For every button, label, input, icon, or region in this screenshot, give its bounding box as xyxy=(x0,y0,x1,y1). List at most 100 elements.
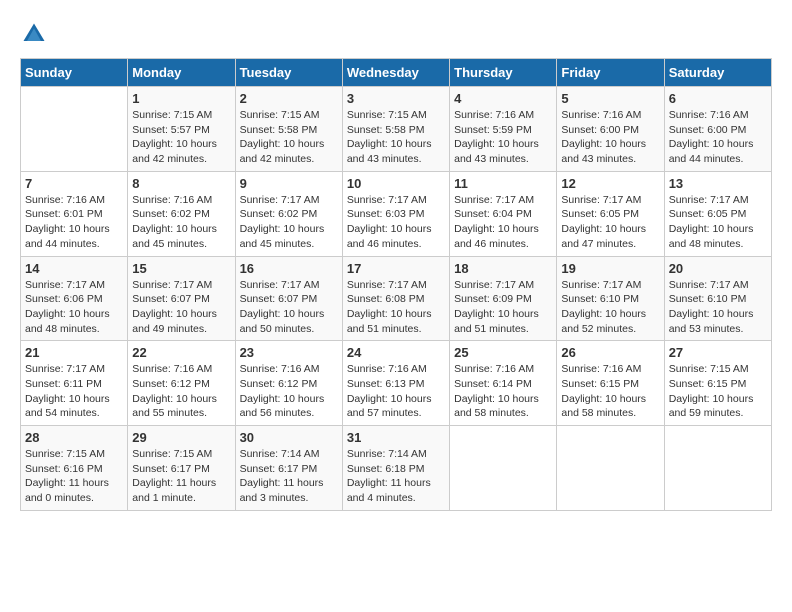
header-friday: Friday xyxy=(557,59,664,87)
day-number: 3 xyxy=(347,91,445,106)
calendar-header-row: SundayMondayTuesdayWednesdayThursdayFrid… xyxy=(21,59,772,87)
day-cell: 9 Sunrise: 7:17 AM Sunset: 6:02 PM Daylig… xyxy=(235,171,342,256)
day-number: 27 xyxy=(669,345,767,360)
day-cell: 23 Sunrise: 7:16 AM Sunset: 6:12 PM Dayli… xyxy=(235,341,342,426)
day-number: 1 xyxy=(132,91,230,106)
day-number: 10 xyxy=(347,176,445,191)
day-cell: 7 Sunrise: 7:16 AM Sunset: 6:01 PM Daylig… xyxy=(21,171,128,256)
day-info: Sunrise: 7:15 AM Sunset: 6:17 PM Dayligh… xyxy=(132,447,230,506)
day-number: 21 xyxy=(25,345,123,360)
day-cell: 13Sunrise: 7:17 AM Sunset: 6:05 PM Dayli… xyxy=(664,171,771,256)
day-cell xyxy=(664,426,771,511)
day-number: 5 xyxy=(561,91,659,106)
day-number: 25 xyxy=(454,345,552,360)
day-info: Sunrise: 7:17 AM Sunset: 6:07 PM Dayligh… xyxy=(240,278,338,337)
day-cell: 22 Sunrise: 7:16 AM Sunset: 6:12 PM Dayli… xyxy=(128,341,235,426)
header-saturday: Saturday xyxy=(664,59,771,87)
day-number: 8 xyxy=(132,176,230,191)
day-number: 7 xyxy=(25,176,123,191)
day-cell: 17 Sunrise: 7:17 AM Sunset: 6:08 PM Dayli… xyxy=(342,256,449,341)
day-cell: 16 Sunrise: 7:17 AM Sunset: 6:07 PM Dayli… xyxy=(235,256,342,341)
header-monday: Monday xyxy=(128,59,235,87)
day-number: 29 xyxy=(132,430,230,445)
day-number: 14 xyxy=(25,261,123,276)
week-row-2: 7 Sunrise: 7:16 AM Sunset: 6:01 PM Daylig… xyxy=(21,171,772,256)
day-cell: 24Sunrise: 7:16 AM Sunset: 6:13 PM Dayli… xyxy=(342,341,449,426)
day-cell: 8 Sunrise: 7:16 AM Sunset: 6:02 PM Daylig… xyxy=(128,171,235,256)
day-number: 23 xyxy=(240,345,338,360)
day-cell: 12 Sunrise: 7:17 AM Sunset: 6:05 PM Dayli… xyxy=(557,171,664,256)
day-cell: 31 Sunrise: 7:14 AM Sunset: 6:18 PM Dayli… xyxy=(342,426,449,511)
day-info: Sunrise: 7:16 AM Sunset: 6:00 PM Dayligh… xyxy=(561,108,659,167)
week-row-4: 21Sunrise: 7:17 AM Sunset: 6:11 PM Dayli… xyxy=(21,341,772,426)
day-info: Sunrise: 7:16 AM Sunset: 6:12 PM Dayligh… xyxy=(240,362,338,421)
day-number: 26 xyxy=(561,345,659,360)
week-row-1: 1 Sunrise: 7:15 AM Sunset: 5:57 PM Daylig… xyxy=(21,87,772,172)
day-cell: 10 Sunrise: 7:17 AM Sunset: 6:03 PM Dayli… xyxy=(342,171,449,256)
day-number: 6 xyxy=(669,91,767,106)
day-cell: 30 Sunrise: 7:14 AM Sunset: 6:17 PM Dayli… xyxy=(235,426,342,511)
header-tuesday: Tuesday xyxy=(235,59,342,87)
day-info: Sunrise: 7:17 AM Sunset: 6:09 PM Dayligh… xyxy=(454,278,552,337)
header-sunday: Sunday xyxy=(21,59,128,87)
calendar-table: SundayMondayTuesdayWednesdayThursdayFrid… xyxy=(20,58,772,511)
day-cell: 28Sunrise: 7:15 AM Sunset: 6:16 PM Dayli… xyxy=(21,426,128,511)
day-cell: 1 Sunrise: 7:15 AM Sunset: 5:57 PM Daylig… xyxy=(128,87,235,172)
day-cell xyxy=(21,87,128,172)
day-info: Sunrise: 7:17 AM Sunset: 6:05 PM Dayligh… xyxy=(669,193,767,252)
day-info: Sunrise: 7:17 AM Sunset: 6:10 PM Dayligh… xyxy=(561,278,659,337)
day-number: 9 xyxy=(240,176,338,191)
header-wednesday: Wednesday xyxy=(342,59,449,87)
day-info: Sunrise: 7:16 AM Sunset: 6:14 PM Dayligh… xyxy=(454,362,552,421)
day-cell: 25 Sunrise: 7:16 AM Sunset: 6:14 PM Dayli… xyxy=(450,341,557,426)
day-info: Sunrise: 7:16 AM Sunset: 6:00 PM Dayligh… xyxy=(669,108,767,167)
day-info: Sunrise: 7:16 AM Sunset: 6:15 PM Dayligh… xyxy=(561,362,659,421)
day-cell: 20Sunrise: 7:17 AM Sunset: 6:10 PM Dayli… xyxy=(664,256,771,341)
day-number: 17 xyxy=(347,261,445,276)
day-cell: 14 Sunrise: 7:17 AM Sunset: 6:06 PM Dayli… xyxy=(21,256,128,341)
day-cell: 4Sunrise: 7:16 AM Sunset: 5:59 PM Daylig… xyxy=(450,87,557,172)
day-info: Sunrise: 7:17 AM Sunset: 6:06 PM Dayligh… xyxy=(25,278,123,337)
logo xyxy=(20,20,52,48)
day-info: Sunrise: 7:17 AM Sunset: 6:02 PM Dayligh… xyxy=(240,193,338,252)
day-number: 12 xyxy=(561,176,659,191)
day-info: Sunrise: 7:14 AM Sunset: 6:17 PM Dayligh… xyxy=(240,447,338,506)
day-info: Sunrise: 7:17 AM Sunset: 6:05 PM Dayligh… xyxy=(561,193,659,252)
day-cell: 15Sunrise: 7:17 AM Sunset: 6:07 PM Dayli… xyxy=(128,256,235,341)
day-info: Sunrise: 7:17 AM Sunset: 6:04 PM Dayligh… xyxy=(454,193,552,252)
day-info: Sunrise: 7:15 AM Sunset: 5:57 PM Dayligh… xyxy=(132,108,230,167)
day-number: 19 xyxy=(561,261,659,276)
week-row-3: 14 Sunrise: 7:17 AM Sunset: 6:06 PM Dayli… xyxy=(21,256,772,341)
day-info: Sunrise: 7:15 AM Sunset: 5:58 PM Dayligh… xyxy=(240,108,338,167)
day-number: 11 xyxy=(454,176,552,191)
day-info: Sunrise: 7:17 AM Sunset: 6:03 PM Dayligh… xyxy=(347,193,445,252)
day-cell: 6 Sunrise: 7:16 AM Sunset: 6:00 PM Daylig… xyxy=(664,87,771,172)
day-info: Sunrise: 7:14 AM Sunset: 6:18 PM Dayligh… xyxy=(347,447,445,506)
day-number: 31 xyxy=(347,430,445,445)
day-info: Sunrise: 7:17 AM Sunset: 6:08 PM Dayligh… xyxy=(347,278,445,337)
day-cell: 29 Sunrise: 7:15 AM Sunset: 6:17 PM Dayli… xyxy=(128,426,235,511)
header-thursday: Thursday xyxy=(450,59,557,87)
day-info: Sunrise: 7:16 AM Sunset: 6:02 PM Dayligh… xyxy=(132,193,230,252)
day-number: 28 xyxy=(25,430,123,445)
day-info: Sunrise: 7:15 AM Sunset: 6:15 PM Dayligh… xyxy=(669,362,767,421)
day-info: Sunrise: 7:15 AM Sunset: 5:58 PM Dayligh… xyxy=(347,108,445,167)
day-info: Sunrise: 7:16 AM Sunset: 6:12 PM Dayligh… xyxy=(132,362,230,421)
day-cell: 2 Sunrise: 7:15 AM Sunset: 5:58 PM Daylig… xyxy=(235,87,342,172)
day-number: 16 xyxy=(240,261,338,276)
day-info: Sunrise: 7:17 AM Sunset: 6:10 PM Dayligh… xyxy=(669,278,767,337)
day-number: 24 xyxy=(347,345,445,360)
day-number: 18 xyxy=(454,261,552,276)
day-number: 2 xyxy=(240,91,338,106)
day-number: 30 xyxy=(240,430,338,445)
week-row-5: 28Sunrise: 7:15 AM Sunset: 6:16 PM Dayli… xyxy=(21,426,772,511)
day-info: Sunrise: 7:16 AM Sunset: 6:01 PM Dayligh… xyxy=(25,193,123,252)
day-number: 4 xyxy=(454,91,552,106)
day-number: 15 xyxy=(132,261,230,276)
day-cell: 18 Sunrise: 7:17 AM Sunset: 6:09 PM Dayli… xyxy=(450,256,557,341)
logo-icon xyxy=(20,20,48,48)
day-cell: 5 Sunrise: 7:16 AM Sunset: 6:00 PM Daylig… xyxy=(557,87,664,172)
day-cell xyxy=(557,426,664,511)
page-header xyxy=(20,20,772,48)
day-number: 22 xyxy=(132,345,230,360)
